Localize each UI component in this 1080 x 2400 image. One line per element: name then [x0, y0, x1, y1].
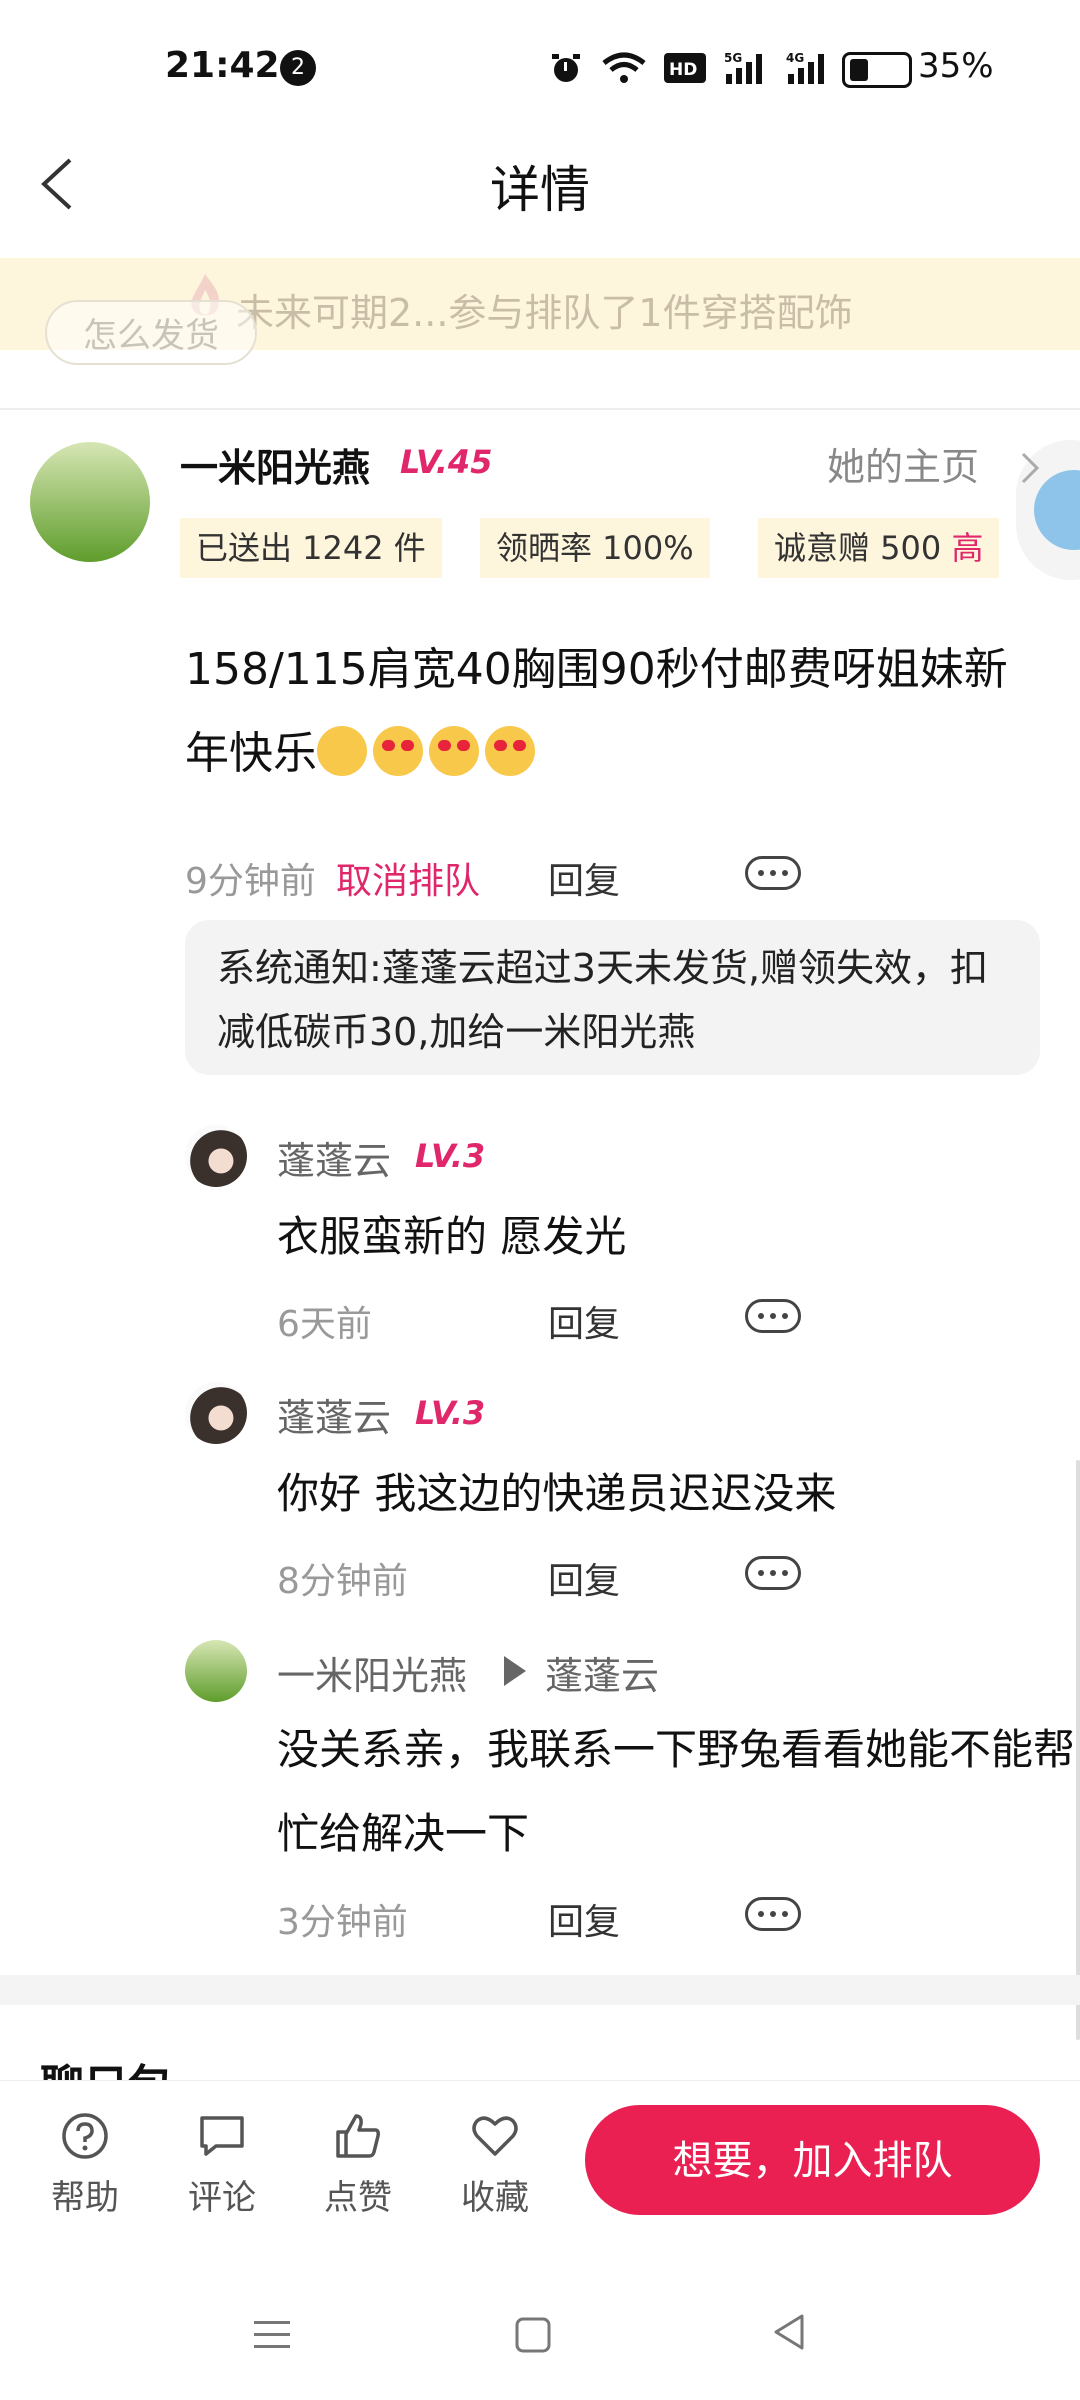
commenter-avatar[interactable]	[185, 1382, 247, 1444]
comment-reply-button[interactable]: 回复	[548, 1552, 620, 1604]
system-notice: 系统通知:蓬蓬云超过3天未发货,赠领失效，扣减低碳币30,加给一米阳光燕	[185, 920, 1040, 1075]
comment-reply-button[interactable]: 回复	[548, 1893, 620, 1945]
scrollbar[interactable]	[1076, 1460, 1080, 2040]
favorite-label: 收藏	[461, 2178, 529, 2218]
status-time: 21:42	[165, 45, 280, 86]
alarm-icon	[552, 54, 580, 82]
stat-sent-count: 已送出 1242 件	[180, 518, 442, 578]
her-homepage-link[interactable]: 她的主页	[827, 436, 979, 491]
smile-emoji-icon	[317, 726, 367, 776]
shipping-help-tag[interactable]: 怎么发货	[45, 300, 257, 365]
signal-4g-icon: 4G	[786, 51, 824, 84]
heart-eyes-emoji-icon	[373, 726, 423, 776]
svg-text:4G: 4G	[786, 51, 804, 65]
menu-icon[interactable]	[252, 2315, 292, 2355]
next-section-title: 聊只包	[40, 2050, 172, 2080]
commenter-avatar[interactable]	[185, 1125, 247, 1187]
section-divider	[0, 1975, 1080, 2005]
status-icons: HD 5G 4G	[548, 48, 830, 88]
stat-gift-value: 诚意赠 500	[774, 529, 942, 567]
more-options-icon[interactable]	[745, 856, 801, 890]
comment-label: 评论	[188, 2178, 256, 2218]
post-time: 9分钟前	[185, 861, 316, 902]
more-options-icon[interactable]	[745, 1299, 801, 1333]
back-icon[interactable]	[768, 2310, 812, 2354]
divider	[0, 408, 1080, 410]
commenter-name[interactable]: 一米阳光燕	[277, 1645, 467, 1700]
user-avatar[interactable]	[30, 442, 150, 562]
stat-gift-score: 诚意赠 500 高	[758, 518, 1000, 578]
comment-time: 6天前	[277, 1304, 372, 1345]
page-title: 详情	[490, 161, 590, 219]
svg-text:5G: 5G	[724, 51, 742, 65]
more-options-icon[interactable]	[745, 1897, 801, 1931]
cancel-queue-button[interactable]: 取消排队	[336, 852, 480, 904]
comment-tab[interactable]: 评论	[167, 2110, 277, 2219]
notification-count-badge: 2	[280, 50, 316, 86]
join-queue-button[interactable]: 想要，加入排队	[585, 2105, 1040, 2215]
post-body: 158/115肩宽40胸围90秒付邮费呀姐妹新年快乐	[185, 628, 1025, 796]
commenter-name[interactable]: 蓬蓬云	[277, 1130, 391, 1185]
signal-5g-icon: 5G	[724, 51, 762, 84]
favorite-tab[interactable]: 收藏	[440, 2110, 550, 2219]
battery-icon	[842, 52, 912, 88]
help-tab[interactable]: 帮助	[30, 2110, 140, 2219]
like-label: 点赞	[324, 2178, 392, 2218]
stat-gift-tag: 高	[951, 529, 984, 567]
commenter-level-badge: LV.3	[415, 1394, 486, 1432]
svg-text:HD: HD	[669, 60, 697, 80]
user-name[interactable]: 一米阳光燕	[180, 437, 370, 492]
reply-arrow-icon	[504, 1656, 526, 1686]
commenter-name[interactable]: 蓬蓬云	[277, 1387, 391, 1442]
battery-percent: 35%	[918, 46, 994, 86]
banner-text: 未来可期2...参与排队了1件穿搭配饰	[236, 291, 853, 335]
comment-text: 你好 我这边的快递员迟迟没来	[277, 1469, 837, 1518]
commenter-level-badge: LV.3	[415, 1137, 486, 1175]
wifi-icon	[602, 52, 646, 83]
post-reply-button[interactable]: 回复	[548, 852, 620, 904]
comment-icon	[200, 2116, 244, 2156]
comment-text: 没关系亲，我联系一下野兔看看她能不能帮忙给解决一下	[277, 1725, 1076, 1858]
heart-eyes-emoji-icon	[485, 726, 535, 776]
home-icon[interactable]	[513, 2315, 553, 2355]
hd-icon: HD	[664, 53, 706, 83]
comment-time: 3分钟前	[277, 1902, 408, 1943]
comment-text: 衣服蛮新的 愿发光	[277, 1212, 627, 1261]
comment-reply-button[interactable]: 回复	[548, 1295, 620, 1347]
like-tab[interactable]: 点赞	[303, 2110, 413, 2219]
stat-show-rate: 领晒率 100%	[480, 518, 710, 578]
heart-eyes-emoji-icon	[429, 726, 479, 776]
help-icon	[62, 2113, 108, 2159]
more-options-icon[interactable]	[745, 1556, 801, 1590]
thumbs-up-icon	[336, 2114, 380, 2158]
commenter-avatar[interactable]	[185, 1640, 247, 1702]
reply-target-name[interactable]: 蓬蓬云	[545, 1645, 659, 1700]
help-label: 帮助	[51, 2178, 119, 2218]
comment-time: 8分钟前	[277, 1561, 408, 1602]
user-level-badge: LV.45	[400, 443, 493, 481]
heart-icon	[472, 2116, 518, 2156]
chevron-right-icon	[1021, 452, 1040, 484]
post-text: 158/115肩宽40胸围90秒付邮费呀姐妹新年快乐	[185, 644, 1008, 779]
